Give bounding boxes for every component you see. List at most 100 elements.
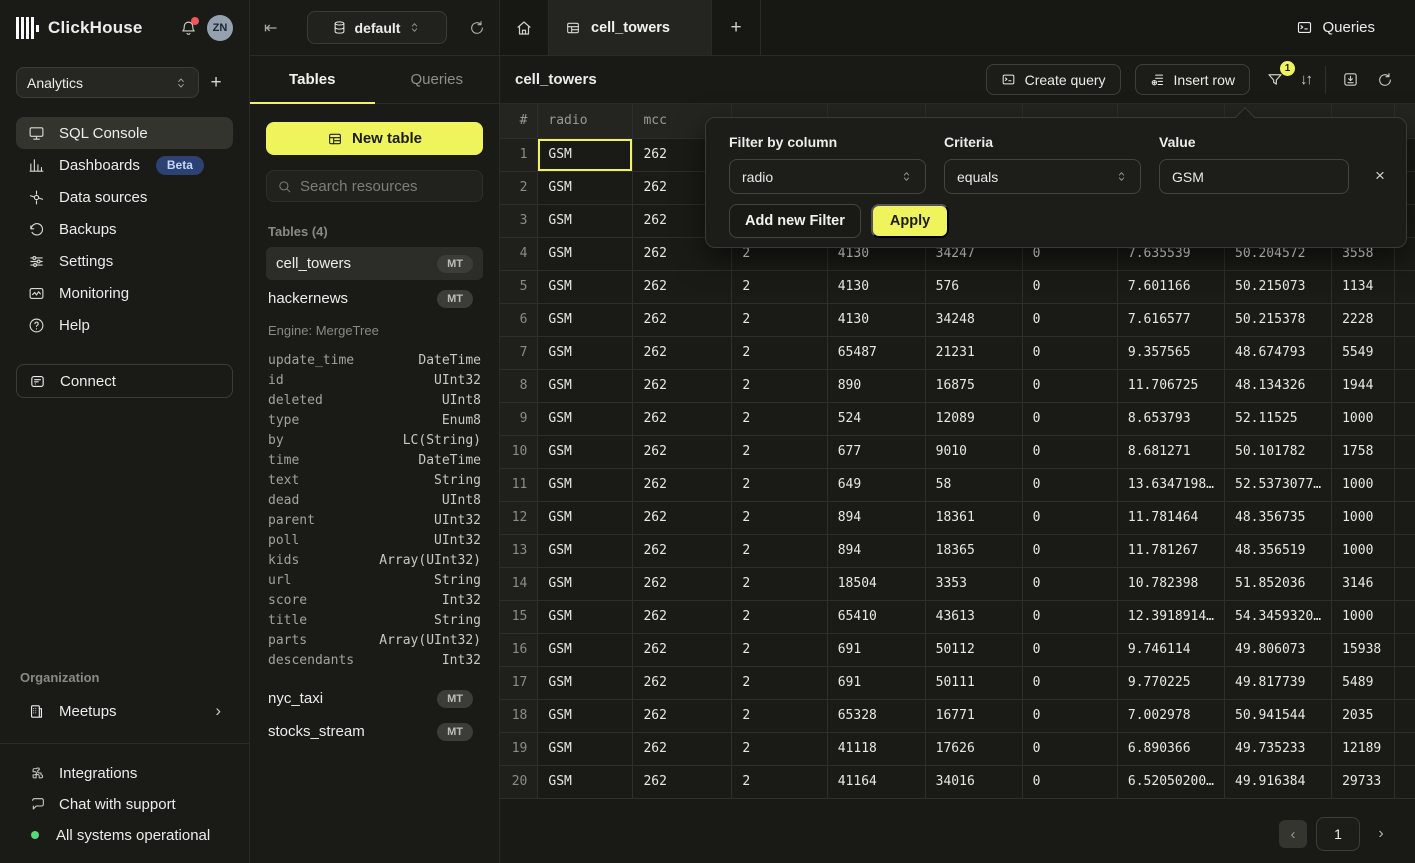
grid-cell[interactable]: 11.706725 [1117,369,1224,402]
table-item-stocks-stream[interactable]: stocks_stream MT [266,715,483,748]
grid-cell[interactable]: 2 [732,534,827,567]
grid-cell[interactable]: 15 [500,600,538,633]
remove-filter-icon[interactable]: × [1375,166,1385,186]
grid-cell[interactable]: 262 [633,369,732,402]
grid-cell[interactable]: 4130 [827,270,925,303]
grid-cell[interactable]: 262 [633,732,732,765]
grid-cell[interactable]: 49.916384 [1225,765,1332,798]
grid-cell[interactable]: 52.5373077… [1225,468,1332,501]
grid-cell[interactable]: 3353 [925,567,1022,600]
grid-cell[interactable]: 54.3459320… [1225,600,1332,633]
grid-cell[interactable]: 18 [500,699,538,732]
grid-cell[interactable]: 14 [500,567,538,600]
grid-cell[interactable]: GSM [538,435,633,468]
grid-cell[interactable]: 1134 [1332,270,1395,303]
grid-cell[interactable]: 2 [732,270,827,303]
grid-cell[interactable]: 13 [500,534,538,567]
insert-row-button[interactable]: Insert row [1135,64,1250,95]
grid-cell[interactable]: 524 [827,402,925,435]
grid-cell[interactable]: 65410 [827,600,925,633]
grid-cell[interactable]: 677 [827,435,925,468]
grid-cell[interactable]: GSM [538,732,633,765]
grid-cell[interactable]: 48.356735 [1225,501,1332,534]
grid-cell[interactable]: 1000 [1332,468,1395,501]
grid-cell[interactable]: 262 [633,534,732,567]
grid-cell[interactable]: GSM [538,765,633,798]
grid-cell[interactable]: 0 [1022,567,1117,600]
grid-cell[interactable]: 50.215073 [1225,270,1332,303]
grid-cell[interactable]: GSM [538,666,633,699]
grid-cell[interactable]: 11 [500,468,538,501]
grid-cell[interactable]: GSM [538,501,633,534]
grid-cell[interactable]: 2 [732,600,827,633]
grid-cell[interactable]: 0 [1022,303,1117,336]
search-resources-box[interactable] [266,170,483,202]
grid-cell[interactable]: 0 [1022,435,1117,468]
grid-cell[interactable]: GSM [538,369,633,402]
grid-cell[interactable]: 2 [500,171,538,204]
prev-page-button[interactable]: ‹ [1279,820,1307,848]
grid-cell[interactable]: 2035 [1332,699,1395,732]
queries-button[interactable]: Queries [1296,19,1375,36]
grid-cell[interactable]: 8 [500,369,538,402]
grid-cell[interactable]: 3 [500,204,538,237]
grid-cell[interactable]: 691 [827,633,925,666]
table-item-nyc-taxi[interactable]: nyc_taxi MT [266,682,483,715]
grid-cell[interactable]: 12 [500,501,538,534]
grid-cell[interactable]: 9.746114 [1117,633,1224,666]
grid-cell[interactable]: 17 [500,666,538,699]
grid-cell[interactable]: 2 [732,435,827,468]
grid-cell[interactable]: 262 [633,402,732,435]
grid-cell[interactable]: 2 [732,369,827,402]
grid-cell[interactable]: 7 [500,336,538,369]
grid-cell[interactable]: 2 [732,336,827,369]
grid-cell[interactable]: 41164 [827,765,925,798]
filter-column-select[interactable]: radio [729,159,926,194]
grid-cell[interactable]: 10 [500,435,538,468]
grid-cell[interactable]: 7.002978 [1117,699,1224,732]
grid-cell[interactable]: GSM [538,237,633,270]
grid-cell[interactable]: 0 [1022,765,1117,798]
grid-cell[interactable]: 262 [633,270,732,303]
grid-cell[interactable]: 262 [633,336,732,369]
grid-cell[interactable]: 0 [1022,402,1117,435]
grid-cell[interactable]: 894 [827,534,925,567]
grid-cell[interactable]: 20 [500,765,538,798]
grid-cell[interactable]: 0 [1022,270,1117,303]
grid-header-#[interactable]: # [500,104,538,138]
grid-cell[interactable]: 50.101782 [1225,435,1332,468]
sidebar-item-settings[interactable]: Settings [16,245,233,277]
grid-cell[interactable]: 0 [1022,600,1117,633]
database-select[interactable]: default [307,11,447,44]
grid-cell[interactable]: 16 [500,633,538,666]
grid-cell[interactable]: 1944 [1332,369,1395,402]
grid-cell[interactable]: 29733 [1332,765,1395,798]
grid-cell[interactable]: 2228 [1332,303,1395,336]
workspace-select[interactable]: Analytics [16,67,199,98]
grid-cell[interactable]: 6 [500,303,538,336]
grid-cell[interactable]: 9.770225 [1117,666,1224,699]
grid-cell[interactable]: 2 [732,303,827,336]
next-page-button[interactable]: › [1369,825,1393,843]
grid-cell[interactable]: 2 [732,732,827,765]
grid-cell[interactable]: 9.357565 [1117,336,1224,369]
grid-cell[interactable]: 11.781464 [1117,501,1224,534]
system-status[interactable]: All systems operational [16,820,233,850]
grid-cell[interactable]: 7.616577 [1117,303,1224,336]
grid-cell[interactable]: 5549 [1332,336,1395,369]
grid-cell[interactable]: 43613 [925,600,1022,633]
grid-cell[interactable]: 65487 [827,336,925,369]
grid-cell[interactable]: 41118 [827,732,925,765]
grid-cell[interactable]: 262 [633,600,732,633]
tab-cell-towers[interactable]: cell_towers [548,0,712,55]
collapse-panel-icon[interactable]: ⇤ [264,18,290,38]
grid-cell[interactable]: 16771 [925,699,1022,732]
add-filter-button[interactable]: Add new Filter [729,204,861,238]
grid-cell[interactable]: 18504 [827,567,925,600]
grid-cell[interactable]: GSM [538,270,633,303]
grid-header-radio[interactable]: radio [538,104,633,138]
grid-cell[interactable]: GSM [538,633,633,666]
grid-cell[interactable]: 9010 [925,435,1022,468]
grid-cell[interactable]: GSM [538,204,633,237]
table-item-hackernews[interactable]: hackernews MT [266,282,483,315]
